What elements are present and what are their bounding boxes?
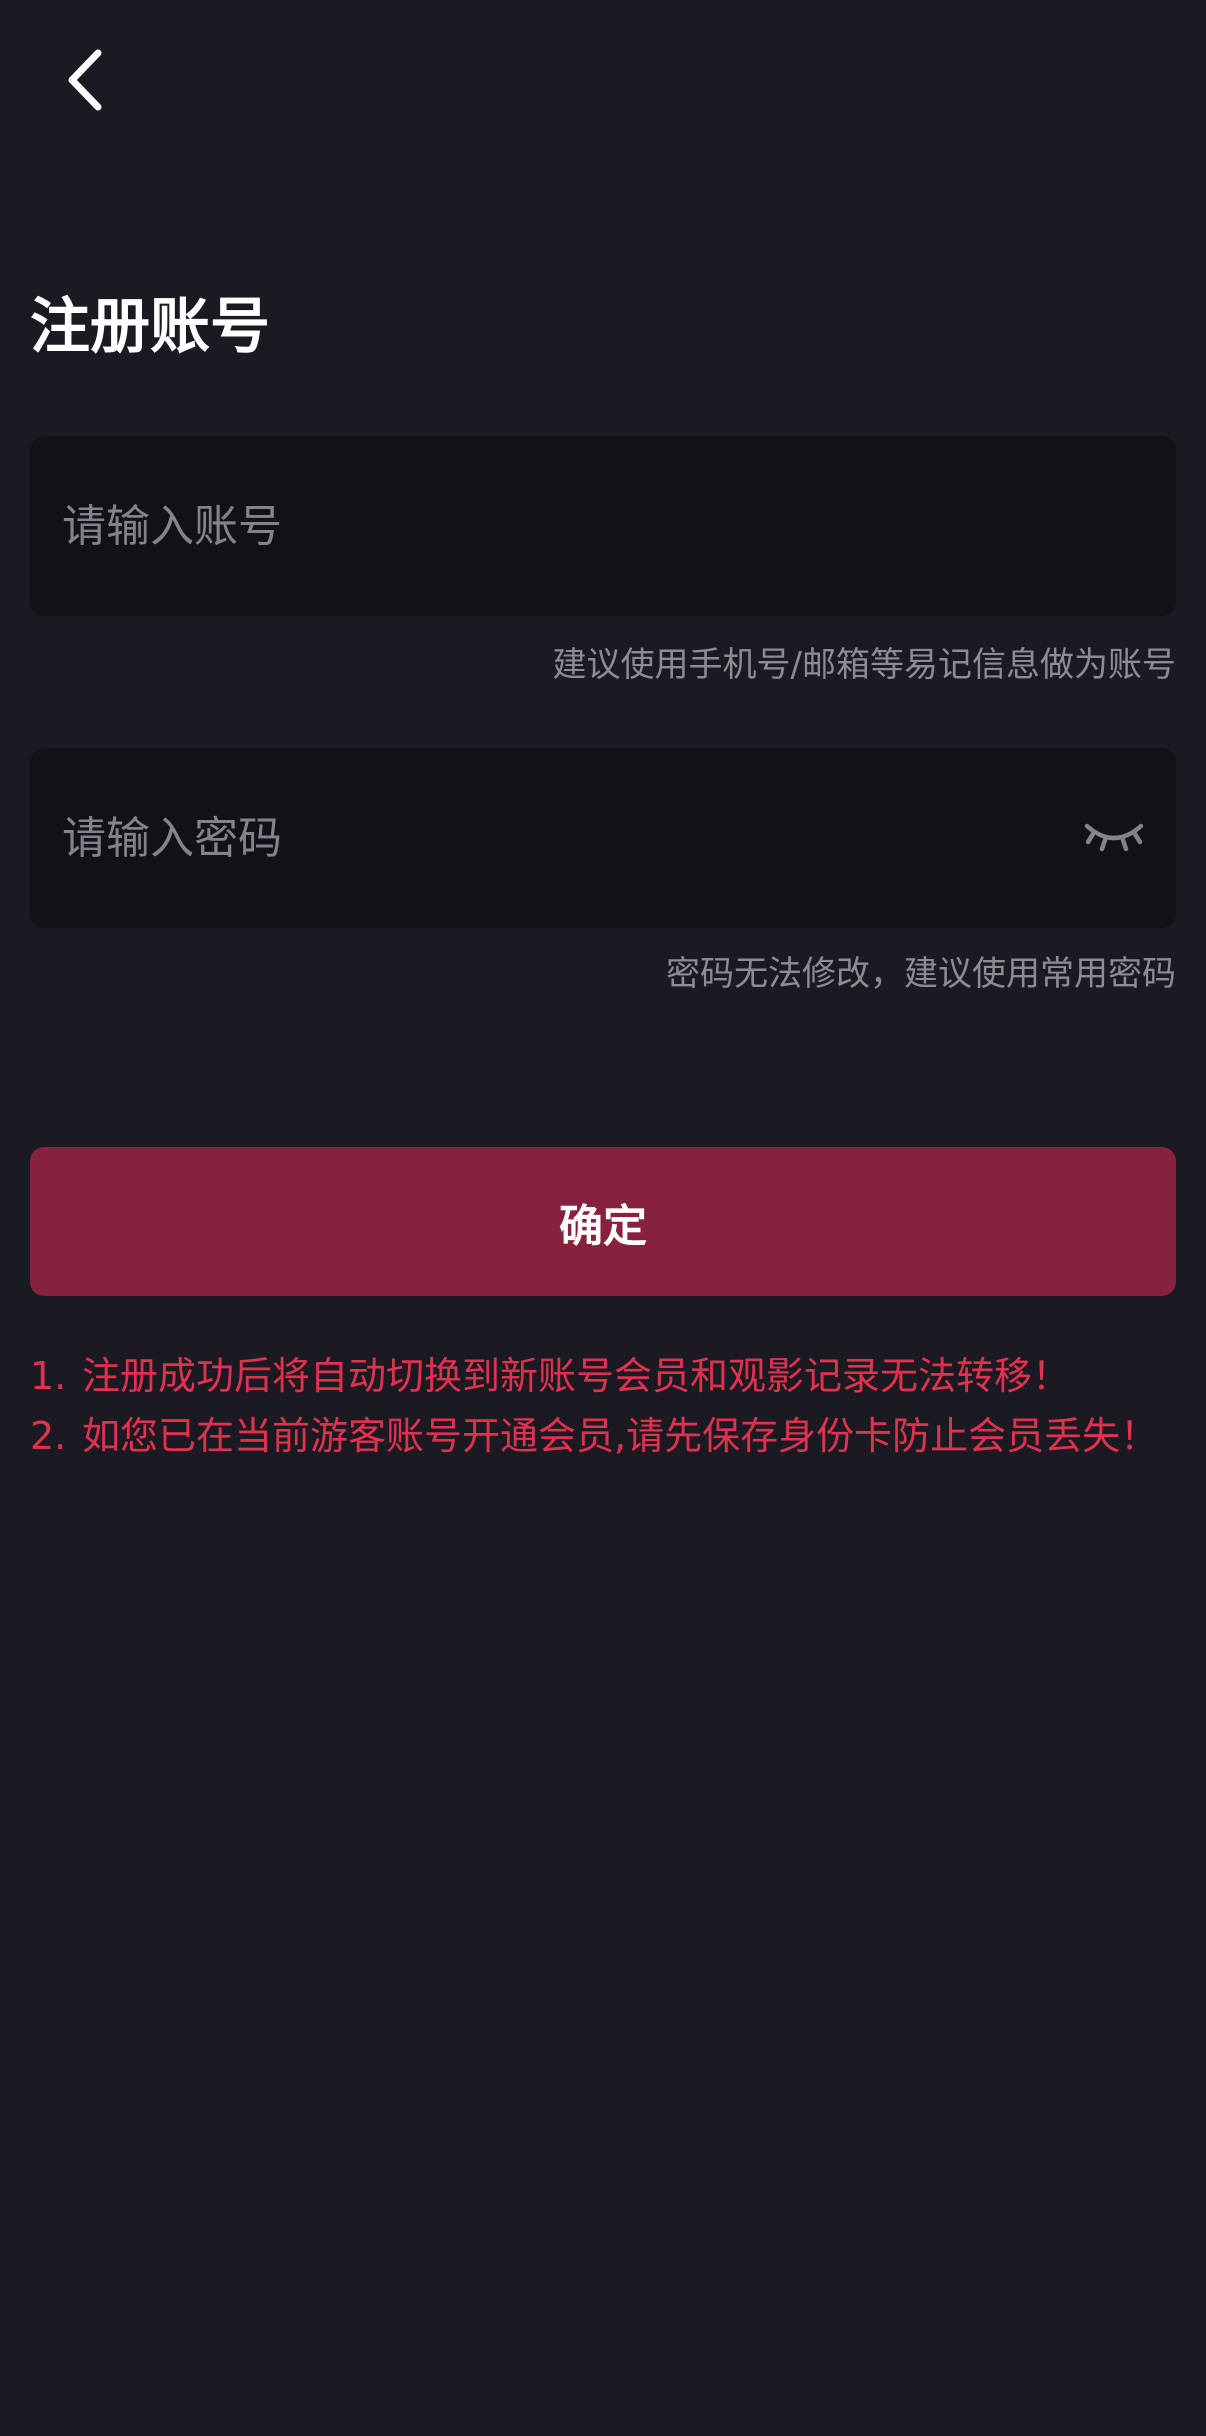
notice-number: 1. <box>30 1354 67 1398</box>
notice-number: 2. <box>30 1414 67 1458</box>
page-title: 注册账号 <box>30 292 270 362</box>
account-hint: 建议使用手机号/邮箱等易记信息做为账号 <box>552 645 1176 685</box>
notice-text: 如您已在当前游客账号开通会员,请先保存身份卡防止会员丢失！ <box>82 1414 1159 1458</box>
eye-closed-icon <box>1084 823 1144 852</box>
password-visibility-toggle[interactable] <box>1076 806 1152 870</box>
account-field <box>30 436 1176 616</box>
password-hint: 密码无法修改，建议使用常用密码 <box>666 954 1176 994</box>
notice-text: 注册成功后将自动切换到新账号会员和观影记录无法转移！ <box>82 1354 1071 1398</box>
password-input[interactable] <box>62 748 1062 928</box>
notice-item: 1. 注册成功后将自动切换到新账号会员和观影记录无法转移！ <box>30 1352 1180 1400</box>
back-button[interactable] <box>50 40 120 120</box>
password-field <box>30 748 1176 928</box>
confirm-button[interactable]: 确定 <box>30 1147 1176 1296</box>
notice-item: 2. 如您已在当前游客账号开通会员,请先保存身份卡防止会员丢失！ <box>30 1412 1180 1460</box>
account-input[interactable] <box>62 436 1062 616</box>
chevron-left-icon <box>68 49 102 111</box>
notice-list: 1. 注册成功后将自动切换到新账号会员和观影记录无法转移！ 2. 如您已在当前游… <box>30 1352 1180 1472</box>
